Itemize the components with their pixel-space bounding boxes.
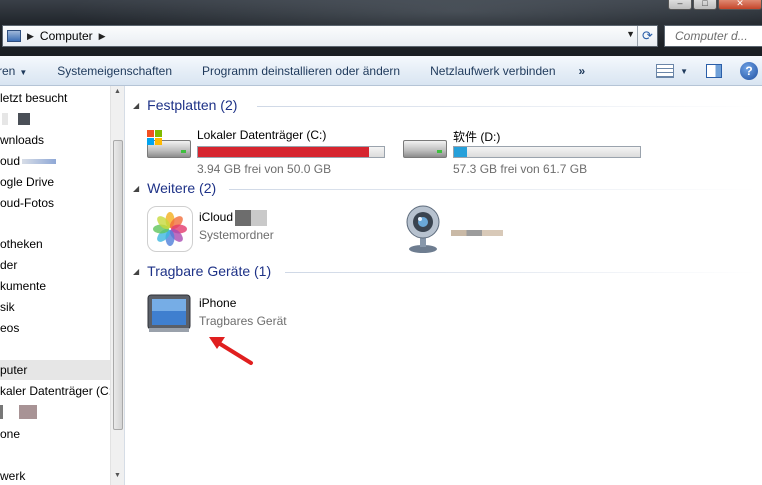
drive-d-usage-bar — [453, 146, 641, 158]
nav-item-iphone[interactable]: one — [0, 424, 112, 444]
organize-button[interactable]: ren▼ — [0, 64, 42, 78]
system-properties-button[interactable]: Systemeigenschaften — [42, 64, 187, 78]
group-title: Weitere (2) — [147, 180, 217, 196]
maximize-icon[interactable]: □ — [693, 0, 717, 10]
group-title: Festplatten (2) — [147, 97, 238, 113]
nav-item-label: der — [0, 258, 18, 272]
nav-item-label: oud — [0, 154, 21, 168]
organize-label: ren — [0, 63, 16, 78]
nav-item-cloud-photos[interactable]: oud-Fotos — [0, 193, 112, 213]
preview-pane-icon[interactable] — [706, 64, 722, 78]
map-network-drive-button[interactable]: Netzlaufwerk verbinden — [415, 64, 570, 78]
photos-icon — [147, 206, 195, 254]
scrollbar-thumb[interactable] — [113, 140, 123, 430]
address-bar[interactable]: ▶ Computer ▶ ▼ ⟳ — [2, 25, 658, 47]
nav-item-network[interactable]: werk — [0, 466, 112, 485]
nav-item-computer[interactable]: puter — [0, 360, 112, 380]
scroll-down-icon[interactable]: ▼ — [114, 472, 121, 479]
minimize-icon[interactable]: – — [668, 0, 692, 10]
annotation-arrow-icon — [209, 337, 253, 365]
search-input[interactable]: Computer d... — [664, 25, 762, 47]
nav-item-label: eos — [0, 321, 20, 335]
collapse-triangle-icon[interactable]: ◢ — [133, 184, 139, 193]
breadcrumb-chevron-icon[interactable]: ▶ — [27, 31, 34, 42]
iphone-name: iPhone — [199, 296, 237, 310]
nav-item-music[interactable]: sik — [0, 297, 112, 317]
webcam-name-redacted — [451, 230, 503, 236]
nav-item-redacted[interactable] — [0, 108, 112, 128]
more-commands-button[interactable]: » — [571, 64, 596, 78]
nav-item-documents[interactable]: kumente — [0, 276, 112, 296]
nav-item-label: wnloads — [0, 133, 45, 147]
nav-scrollbar[interactable]: ▲ ▼ — [110, 86, 124, 485]
drive-c-tile[interactable]: Lokaler Datenträger (C:) 3.94 GB frei vo… — [145, 124, 395, 176]
nav-item-cloud[interactable]: oud — [0, 151, 112, 171]
content-pane: ◢ Festplatten (2) Lokaler Datenträger (C… — [125, 86, 762, 485]
nav-item-local-disk-c[interactable]: kaler Datenträger (C:) — [0, 381, 112, 401]
icloud-subtitle: Systemordner — [199, 228, 274, 242]
icloud-tile[interactable]: iCloud Systemordner — [147, 206, 347, 254]
scroll-up-icon[interactable]: ▲ — [114, 88, 121, 95]
computer-icon — [7, 30, 21, 42]
hard-drive-icon — [401, 124, 449, 172]
nav-item-google-drive[interactable]: ogle Drive — [0, 172, 112, 192]
breadcrumb-computer[interactable]: Computer — [40, 29, 93, 43]
nav-item-videos[interactable]: eos — [0, 318, 112, 338]
nav-item-label: letzt besucht — [0, 91, 68, 105]
drive-d-usage-fill — [454, 147, 468, 157]
drive-c-usage-fill — [198, 147, 370, 157]
icloud-name: iCloud — [199, 210, 268, 226]
nav-item-label: ogle Drive — [0, 175, 55, 189]
chevron-down-icon: ▼ — [19, 67, 28, 77]
view-options-icon[interactable] — [656, 64, 675, 78]
group-header-other[interactable]: ◢ Weitere (2) — [133, 180, 216, 196]
nav-item-label: otheken — [0, 237, 43, 251]
navigation-pane: letzt besucht wnloads oud ogle Drive oud… — [0, 86, 112, 485]
nav-item-label: werk — [0, 469, 26, 483]
nav-item-label: kaler Datenträger (C:) — [0, 384, 112, 398]
group-header-portable[interactable]: ◢ Tragbare Geräte (1) — [133, 263, 271, 279]
drive-c-free-space: 3.94 GB frei von 50.0 GB — [197, 162, 332, 176]
nav-item-redacted[interactable] — [0, 401, 112, 421]
nav-item-label: one — [0, 427, 21, 441]
drive-d-tile[interactable]: 软件 (D:) 57.3 GB frei von 61.7 GB — [401, 124, 651, 176]
collapse-triangle-icon[interactable]: ◢ — [133, 101, 139, 110]
drive-c-usage-bar — [197, 146, 385, 158]
nav-item-label: oud-Fotos — [0, 196, 55, 210]
hard-drive-windows-icon — [145, 124, 193, 172]
nav-item-label: puter — [0, 363, 28, 377]
group-title: Tragbare Geräte (1) — [147, 263, 272, 279]
webcam-tile[interactable] — [403, 204, 603, 254]
webcam-icon — [403, 204, 451, 253]
drive-c-name: Lokaler Datenträger (C:) — [197, 128, 327, 142]
breadcrumb-chevron-icon[interactable]: ▶ — [99, 31, 106, 42]
address-dropdown-icon[interactable]: ▼ — [626, 29, 635, 39]
group-header-drives[interactable]: ◢ Festplatten (2) — [133, 97, 237, 113]
nav-item-pictures[interactable]: der — [0, 255, 112, 275]
refresh-icon[interactable]: ⟳ — [637, 26, 657, 46]
nav-item-recent[interactable]: letzt besucht — [0, 88, 112, 108]
drive-d-free-space: 57.3 GB frei von 61.7 GB — [453, 162, 588, 176]
nav-item-libraries[interactable]: otheken — [0, 234, 112, 254]
chevron-down-icon[interactable]: ▼ — [680, 67, 688, 76]
command-toolbar: ren▼ Systemeigenschaften Programm deinst… — [0, 56, 762, 86]
close-icon[interactable]: ✕ — [718, 0, 762, 10]
window-controls: – □ ✕ — [667, 0, 762, 10]
iphone-subtitle: Tragbares Gerät — [199, 314, 287, 328]
nav-item-label: sik — [0, 300, 15, 314]
nav-item-label: kumente — [0, 279, 47, 293]
collapse-triangle-icon[interactable]: ◢ — [133, 267, 139, 276]
help-icon[interactable]: ? — [740, 62, 758, 80]
uninstall-program-button[interactable]: Programm deinstallieren oder ändern — [187, 64, 415, 78]
drive-d-name: 软件 (D:) — [453, 130, 501, 144]
portable-device-icon — [147, 292, 195, 340]
nav-item-downloads[interactable]: wnloads — [0, 130, 112, 150]
